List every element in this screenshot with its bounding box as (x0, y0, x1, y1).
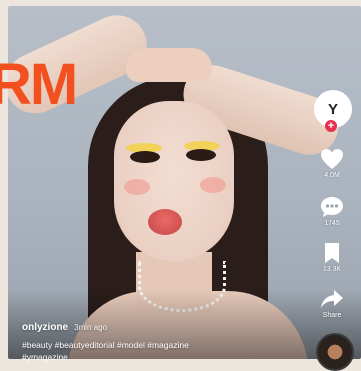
post-caption[interactable]: #beauty #beautyeditorial #model #magazin… (22, 340, 189, 350)
like-count: 4.0M (324, 172, 340, 179)
like-button[interactable]: 4.0M (310, 148, 354, 179)
comment-count: 1745 (324, 220, 340, 227)
save-count: 13.3K (322, 266, 342, 273)
heart-icon (321, 149, 343, 169)
save-button[interactable]: 13.3K (310, 242, 354, 273)
author-name[interactable]: onlyzione (22, 322, 68, 333)
comment-button[interactable]: 1745 (310, 196, 354, 227)
follow-plus-icon[interactable]: + (325, 120, 337, 132)
post-caption-line2[interactable]: #ymagazine (22, 352, 68, 362)
share-label: Share (322, 312, 342, 319)
music-disc-icon[interactable] (316, 333, 354, 371)
post-author[interactable]: onlyzione 3min ago (22, 322, 107, 333)
comment-bubble-icon (321, 197, 343, 217)
photo-cheek-left (124, 179, 150, 195)
share-button[interactable]: Share (310, 288, 354, 319)
photo-lips (148, 209, 182, 235)
avatar-letter: Y (327, 100, 338, 118)
photo-eye-left (130, 151, 160, 163)
photo-cheek-right (200, 177, 226, 193)
photo-face (114, 101, 234, 261)
photo-hands (126, 48, 212, 82)
bookmark-icon (325, 243, 339, 263)
photo-eye-right (186, 149, 216, 161)
brand-logo-text: RM (0, 52, 78, 117)
share-arrow-icon (321, 290, 343, 308)
post-time: 3min ago (74, 323, 108, 332)
